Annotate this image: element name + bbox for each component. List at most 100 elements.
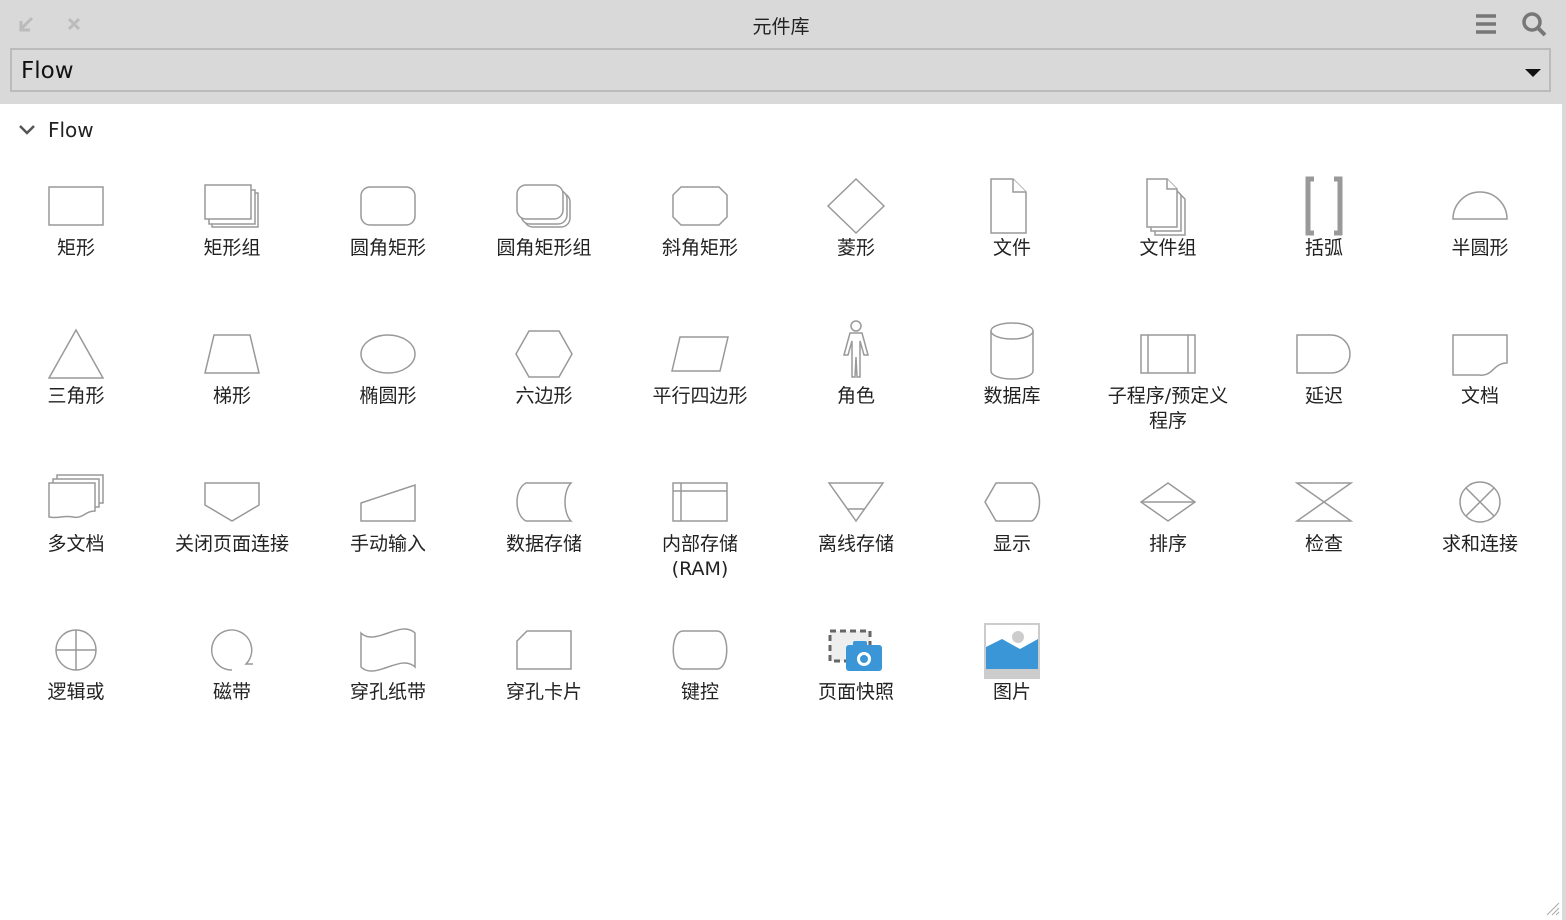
- shape-item-filegroup[interactable]: 文件组: [1090, 178, 1246, 261]
- shape-item-datastore[interactable]: 数据存储: [466, 477, 622, 557]
- manualinput-icon: [360, 483, 416, 522]
- shape-label: 页面快照: [817, 681, 894, 703]
- snapshot-icon: [828, 629, 882, 671]
- shape-label: 磁带: [212, 681, 251, 703]
- shape-item-document[interactable]: 文档: [1402, 329, 1558, 409]
- shape-item-or[interactable]: 逻辑或: [0, 625, 154, 705]
- shape-item-tape[interactable]: 磁带: [154, 625, 310, 705]
- parallelogram-icon: [671, 336, 729, 372]
- triangle-icon: [47, 328, 105, 379]
- collate-icon: [1294, 482, 1354, 522]
- shape-label: 圆角矩形组: [496, 237, 592, 259]
- shape-label: 六边形: [515, 385, 573, 407]
- shape-label: 检查: [1304, 533, 1343, 555]
- shape-label: 梯形: [212, 385, 251, 407]
- shape-item-rectgroup[interactable]: 矩形组: [154, 181, 310, 261]
- shape-item-roundrectgroup[interactable]: 圆角矩形组: [466, 181, 622, 261]
- shape-label: 圆角矩形: [349, 237, 426, 259]
- shape-item-actor[interactable]: 角色: [778, 320, 934, 409]
- roundrect-icon: [360, 186, 416, 226]
- shape-label: 离线存储: [817, 533, 894, 555]
- section-label: Flow: [48, 118, 94, 142]
- offline-icon: [827, 482, 885, 523]
- shape-item-card[interactable]: 穿孔卡片: [466, 625, 622, 705]
- shape-label: 数据存储: [505, 533, 582, 555]
- rect-icon: [48, 186, 104, 226]
- chevron-down-icon: [19, 125, 35, 135]
- shape-label: 文件: [992, 237, 1031, 259]
- shape-label: 键控: [680, 681, 719, 703]
- shape-item-database[interactable]: 数据库: [934, 322, 1090, 409]
- shape-label: 内部存储 (RAM): [661, 533, 738, 580]
- delay-icon: [1296, 334, 1351, 374]
- shape-item-trapezoid[interactable]: 梯形: [154, 329, 310, 409]
- shape-item-parallelogram[interactable]: 平行四边形: [622, 329, 778, 409]
- shape-item-image[interactable]: 图片: [934, 623, 1090, 705]
- shape-item-multidoc[interactable]: 多文档: [0, 474, 154, 557]
- card-icon: [516, 630, 572, 670]
- shape-item-triangle[interactable]: 三角形: [0, 328, 154, 409]
- ellipse-icon: [360, 334, 416, 374]
- shape-label: 角色: [836, 385, 875, 407]
- shape-item-internal[interactable]: 内部存储 (RAM): [622, 477, 778, 582]
- database-icon: [990, 322, 1034, 380]
- shape-label: 半圆形: [1451, 237, 1509, 259]
- shape-label: 排序: [1148, 533, 1187, 555]
- document-icon: [1452, 334, 1508, 376]
- shape-item-punchtape[interactable]: 穿孔纸带: [310, 625, 466, 705]
- shape-item-sort[interactable]: 排序: [1090, 477, 1246, 557]
- dropdown-caret-icon: [1525, 69, 1541, 77]
- roundrectgroup-icon: [516, 184, 571, 228]
- window-title: 元件库: [752, 16, 810, 38]
- shape-label: 矩形组: [203, 237, 261, 259]
- file-icon: [990, 178, 1027, 234]
- library-select-value: Flow: [21, 58, 74, 84]
- multidoc-icon: [48, 474, 104, 519]
- search-icon[interactable]: [1520, 10, 1548, 38]
- shape-item-sumjunction[interactable]: 求和连接: [1402, 477, 1558, 557]
- punchtape-icon: [360, 628, 416, 672]
- shape-label: 文档: [1460, 385, 1499, 407]
- shape-item-offline[interactable]: 离线存储: [778, 477, 934, 557]
- diamond-icon: [826, 177, 886, 235]
- shape-item-offpage[interactable]: 关闭页面连接: [154, 477, 310, 557]
- library-select[interactable]: Flow: [10, 48, 1551, 92]
- shape-item-display[interactable]: 显示: [934, 477, 1090, 557]
- shape-item-roundrect[interactable]: 圆角矩形: [310, 181, 466, 261]
- shape-item-subroutine[interactable]: 子程序/预定义 程序: [1090, 329, 1246, 434]
- rectgroup-icon: [204, 184, 259, 228]
- subroutine-icon: [1140, 334, 1196, 374]
- shape-item-snapshot[interactable]: 页面快照: [778, 625, 934, 705]
- shape-label: 菱形: [836, 237, 875, 259]
- shape-item-bevel[interactable]: 斜角矩形: [622, 181, 778, 261]
- or-icon: [55, 629, 97, 671]
- shape-label: 图片: [992, 681, 1031, 703]
- sumjunction-icon: [1459, 481, 1501, 523]
- shape-item-delay[interactable]: 延迟: [1246, 329, 1402, 409]
- shape-label: 数据库: [983, 385, 1041, 407]
- section-header-flow[interactable]: Flow: [18, 118, 94, 142]
- shape-item-ellipse[interactable]: 椭圆形: [310, 329, 466, 409]
- scrollbar[interactable]: [1562, 0, 1566, 920]
- actor-icon: [843, 320, 869, 378]
- shape-item-semicircle[interactable]: 半圆形: [1402, 181, 1558, 261]
- terminator-icon: [672, 630, 728, 670]
- resize-grip-icon[interactable]: [1544, 900, 1560, 916]
- shape-item-hexagon[interactable]: 六边形: [466, 329, 622, 409]
- internal-icon: [672, 482, 728, 522]
- shape-label: 矩形: [56, 237, 95, 259]
- shape-item-bracket[interactable]: 括弧: [1246, 176, 1402, 261]
- shape-item-collate[interactable]: 检查: [1246, 477, 1402, 557]
- shape-item-manualinput[interactable]: 手动输入: [310, 477, 466, 557]
- shape-label: 手动输入: [349, 533, 426, 555]
- shape-item-file[interactable]: 文件: [934, 178, 1090, 261]
- shape-label: 延迟: [1304, 385, 1343, 407]
- shape-item-diamond[interactable]: 菱形: [778, 177, 934, 261]
- menu-icon[interactable]: [1472, 10, 1500, 38]
- shape-label: 平行四边形: [652, 385, 748, 407]
- shape-item-rect[interactable]: 矩形: [0, 181, 154, 261]
- shape-label: 文件组: [1139, 237, 1197, 259]
- datastore-icon: [516, 482, 573, 522]
- shape-item-terminator[interactable]: 键控: [622, 625, 778, 705]
- sort-icon: [1139, 482, 1197, 522]
